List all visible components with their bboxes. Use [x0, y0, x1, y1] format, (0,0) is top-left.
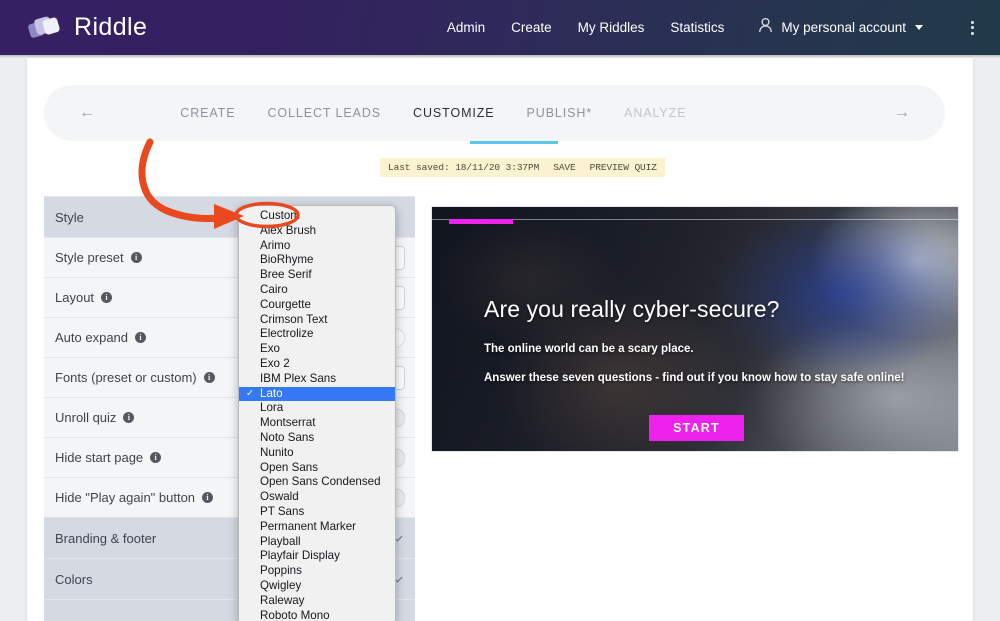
font-family-dropdown[interactable]: Custom Alex Brush Arimo BioRhyme Bree Serif C…: [238, 205, 396, 621]
brand-name: Riddle: [74, 13, 148, 41]
font-option[interactable]: Qwigley: [239, 579, 395, 594]
section-style-label: Style: [55, 209, 84, 225]
preview-accent-bar: [449, 219, 513, 224]
font-option[interactable]: Electrolize: [239, 327, 395, 342]
last-saved-text: Last saved: 18/11/20 3:37PM: [388, 162, 540, 173]
account-menu[interactable]: My personal account: [758, 17, 923, 38]
font-option[interactable]: Lora: [239, 401, 395, 416]
top-header-bar: Riddle Admin Create My Riddles Statistic…: [0, 0, 1000, 55]
font-option[interactable]: Playball: [239, 535, 395, 550]
save-button[interactable]: SAVE: [553, 162, 576, 173]
font-option[interactable]: Playfair Display: [239, 549, 395, 564]
nav-item-create[interactable]: Create: [511, 20, 552, 35]
account-label: My personal account: [781, 20, 906, 35]
setting-hide-start-page-label: Hide start page: [55, 450, 144, 465]
tab-publish[interactable]: PUBLISH*: [525, 100, 595, 126]
font-option[interactable]: Alex Brush: [239, 224, 395, 239]
active-tab-underline: [470, 141, 558, 144]
font-option[interactable]: Noto Sans: [239, 431, 395, 446]
font-option[interactable]: Custom: [239, 209, 395, 224]
section-branding-footer-label: Branding & footer: [55, 530, 157, 546]
nav-item-my-riddles[interactable]: My Riddles: [578, 20, 645, 35]
font-option[interactable]: Nunito: [239, 446, 395, 461]
info-icon[interactable]: i: [135, 332, 147, 343]
font-option[interactable]: Open Sans: [239, 461, 395, 476]
font-option[interactable]: Oswald: [239, 490, 395, 505]
user-icon: [758, 17, 773, 38]
preview-start-button[interactable]: START: [649, 415, 744, 441]
save-bar: Last saved: 18/11/20 3:37PM SAVE PREVIEW…: [380, 158, 665, 177]
top-navigation: Admin Create My Riddles Statistics My pe…: [447, 17, 1000, 38]
font-option[interactable]: PT Sans: [239, 505, 395, 520]
font-option[interactable]: Open Sans Condensed: [239, 475, 395, 490]
font-option[interactable]: Raleway: [239, 594, 395, 609]
nav-item-admin[interactable]: Admin: [447, 20, 485, 35]
font-option[interactable]: Permanent Marker: [239, 520, 395, 535]
font-option[interactable]: Courgette: [239, 298, 395, 313]
font-option[interactable]: Exo: [239, 342, 395, 357]
tab-create[interactable]: CREATE: [178, 100, 237, 126]
setting-unroll-quiz-label: Unroll quiz: [55, 410, 117, 425]
font-option[interactable]: Lato: [239, 386, 395, 402]
nav-item-statistics[interactable]: Statistics: [670, 20, 724, 35]
tab-collect-leads[interactable]: COLLECT LEADS: [265, 100, 383, 126]
brand[interactable]: Riddle: [28, 13, 147, 42]
info-icon[interactable]: i: [123, 412, 135, 423]
info-icon[interactable]: i: [203, 372, 215, 383]
info-icon[interactable]: i: [150, 452, 162, 463]
caret-down-icon: [915, 25, 923, 30]
setting-auto-expand-label: Auto expand: [55, 330, 129, 345]
step-tab-bar: ← CREATE COLLECT LEADS CUSTOMIZE PUBLISH…: [44, 85, 945, 141]
font-option[interactable]: BioRhyme: [239, 253, 395, 268]
info-icon[interactable]: i: [202, 492, 214, 503]
font-option[interactable]: Bree Serif: [239, 268, 395, 283]
setting-fonts-label: Fonts (preset or custom): [55, 370, 197, 385]
font-option[interactable]: IBM Plex Sans: [239, 372, 395, 387]
info-icon[interactable]: i: [101, 292, 113, 303]
preview-quiz-button[interactable]: PREVIEW QUIZ: [590, 162, 657, 173]
font-option[interactable]: Poppins: [239, 564, 395, 579]
preview-subtitle-2: Answer these seven questions - find out …: [484, 372, 905, 384]
preview-title: Are you really cyber-secure?: [484, 296, 780, 322]
arrow-left-icon[interactable]: ←: [64, 104, 110, 122]
app-root: Riddle Admin Create My Riddles Statistic…: [0, 0, 1000, 621]
section-colors-label: Colors: [55, 571, 93, 587]
vertical-dots-icon[interactable]: [971, 20, 974, 35]
tab-customize[interactable]: CUSTOMIZE: [411, 100, 496, 126]
setting-layout-label: Layout: [55, 290, 95, 305]
tab-analyze[interactable]: ANALYZE: [622, 100, 688, 126]
setting-style-preset-label: Style preset: [55, 250, 124, 265]
font-option[interactable]: Arimo: [239, 239, 395, 254]
arrow-right-icon[interactable]: →: [879, 104, 925, 122]
font-option[interactable]: Exo 2: [239, 357, 395, 372]
font-option[interactable]: Cairo: [239, 283, 395, 298]
font-option[interactable]: Roboto Mono: [239, 609, 395, 621]
font-option[interactable]: Crimson Text: [239, 313, 395, 328]
riddle-logo-icon: [28, 14, 64, 42]
quiz-preview: Are you really cyber-secure? The online …: [431, 206, 959, 452]
step-tabs: CREATE COLLECT LEADS CUSTOMIZE PUBLISH* …: [178, 100, 688, 126]
info-icon[interactable]: i: [130, 252, 142, 263]
font-option[interactable]: Montserrat: [239, 416, 395, 431]
preview-subtitle-1: The online world can be a scary place.: [484, 343, 694, 355]
setting-hide-play-again-label: Hide "Play again" button: [55, 490, 196, 505]
